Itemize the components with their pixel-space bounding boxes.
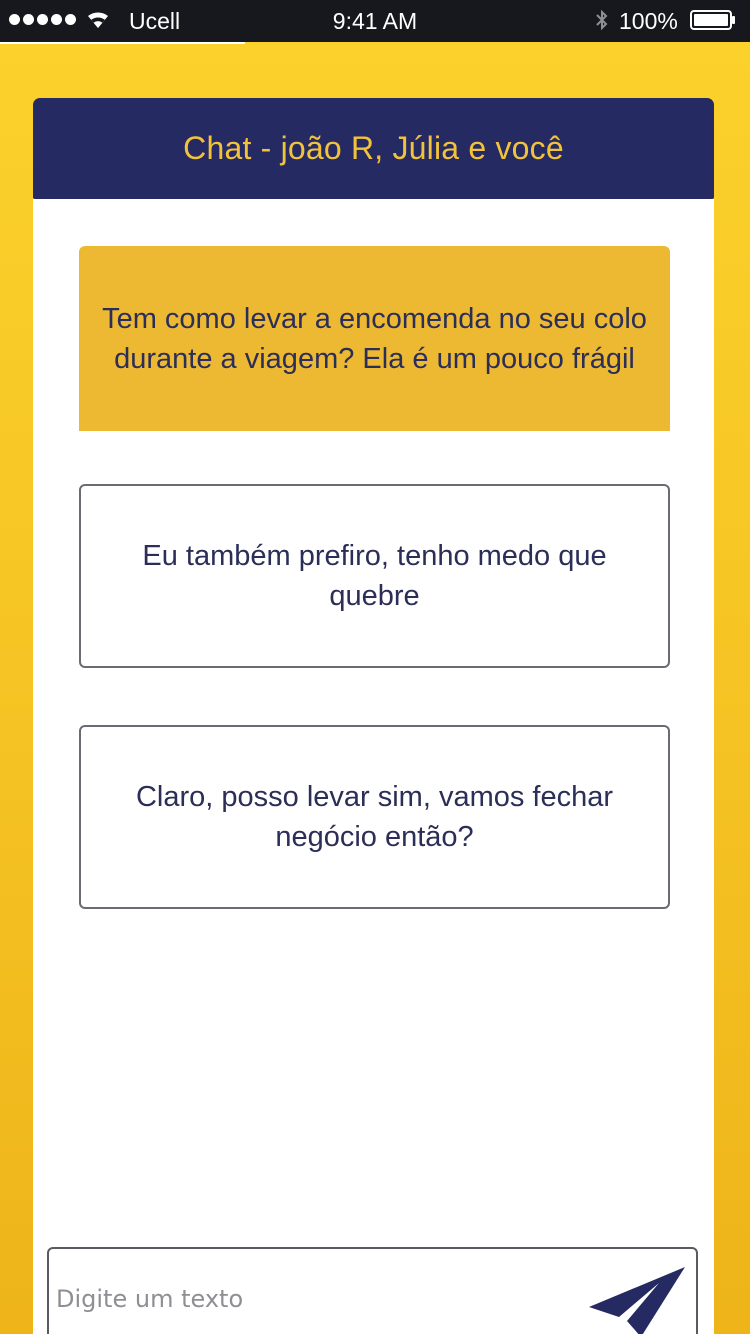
battery-percentage: 100% xyxy=(619,8,678,34)
bluetooth-icon xyxy=(596,9,608,31)
message-text: Eu também prefiro, tenho medo que quebre xyxy=(142,540,607,612)
message-outgoing: Eu também prefiro, tenho medo que quebre xyxy=(79,484,670,668)
status-bar: Ucell 9:41 AM 100% xyxy=(0,0,750,44)
status-bar-divider xyxy=(0,42,245,44)
message-outgoing: Claro, posso levar sim, vamos fechar neg… xyxy=(79,725,670,909)
message-incoming: Tem como levar a encomenda no seu colo d… xyxy=(79,246,670,431)
message-text: Claro, posso levar sim, vamos fechar neg… xyxy=(135,781,614,853)
battery-icon xyxy=(690,10,735,30)
message-text: Tem como levar a encomenda no seu colo d… xyxy=(102,302,647,375)
chat-header: Chat - joão R, Júlia e você xyxy=(33,98,714,199)
message-composer xyxy=(47,1247,698,1334)
message-input[interactable] xyxy=(56,1279,596,1319)
chat-title: Chat - joão R, Júlia e você xyxy=(183,130,564,166)
send-paper-plane-icon[interactable] xyxy=(589,1267,689,1334)
